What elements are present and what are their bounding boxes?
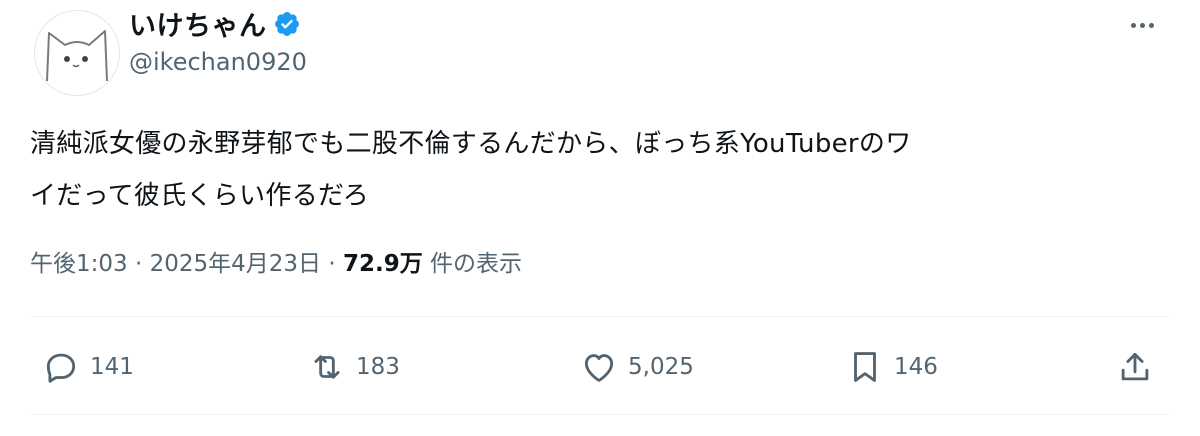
like-button[interactable]: 5,025 [580, 348, 694, 386]
bookmark-icon [854, 352, 876, 382]
tweet-text: 清純派女優の永野芽郁でも二股不倫するんだから、ぼっち系YouTuberのワ イだ… [30, 118, 1170, 222]
divider [30, 316, 1170, 317]
action-bar: 141 183 5,025 146 [0, 330, 1200, 410]
dot-icon [1148, 22, 1154, 28]
more-options-button[interactable] [1122, 10, 1162, 40]
share-button[interactable] [1116, 348, 1154, 386]
tweet-text-line: 清純派女優の永野芽郁でも二股不倫するんだから、ぼっち系YouTuberのワ [30, 129, 912, 159]
heart-icon [584, 354, 614, 382]
cat-avatar-icon [46, 30, 108, 82]
tweet-time[interactable]: 午後1:03 [30, 251, 128, 277]
meta-separator: · [321, 251, 343, 277]
reply-count: 141 [90, 354, 134, 380]
verified-badge-icon [274, 11, 299, 36]
user-handle[interactable]: @ikechan0920 [129, 48, 307, 76]
share-icon [1121, 352, 1149, 381]
reply-icon [46, 353, 76, 383]
tweet-text-line: イだって彼氏くらい作るだろ [30, 181, 370, 211]
meta-separator: · [127, 251, 150, 277]
dot-icon [1130, 22, 1136, 28]
display-name-text[interactable]: いけちゃん [129, 4, 267, 43]
tweet-meta: 午後1:03 · 2025年4月23日 · 72.9万 件の表示 [30, 244, 522, 278]
like-count: 5,025 [628, 354, 694, 380]
bookmark-button[interactable]: 146 [846, 348, 938, 386]
bookmark-count: 146 [894, 354, 938, 380]
view-count-label: 件の表示 [422, 251, 523, 277]
avatar[interactable] [34, 10, 120, 96]
retweet-icon [314, 355, 340, 379]
reply-button[interactable]: 141 [42, 348, 134, 386]
tweet-date[interactable]: 2025年4月23日 [150, 251, 321, 277]
display-name[interactable]: いけちゃん [129, 4, 301, 43]
retweet-count: 183 [356, 354, 400, 380]
divider [30, 414, 1170, 415]
retweet-button[interactable]: 183 [308, 348, 400, 386]
view-count[interactable]: 72.9万 [343, 251, 423, 277]
dot-icon [1139, 22, 1145, 28]
